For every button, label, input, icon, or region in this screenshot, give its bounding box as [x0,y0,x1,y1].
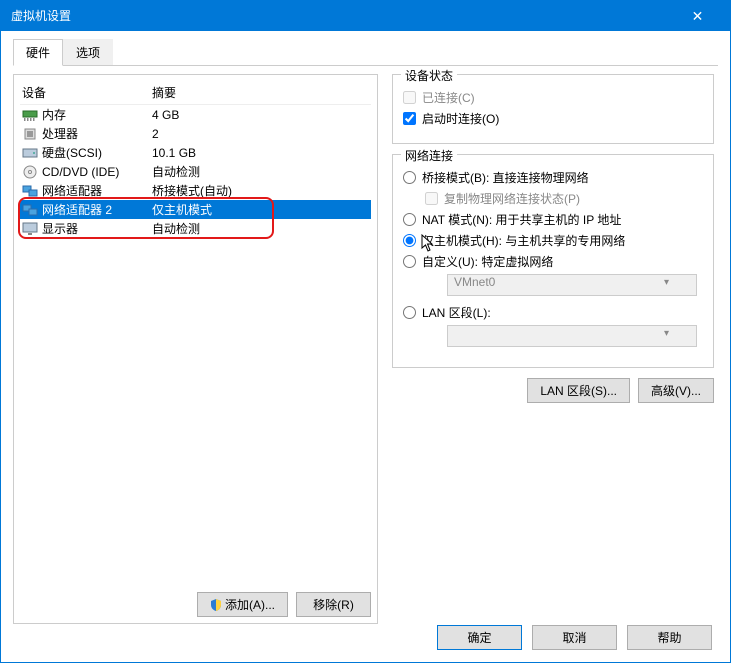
connect-poweron-label: 启动时连接(O) [422,110,499,127]
display-icon [22,222,38,236]
tab-options[interactable]: 选项 [63,39,113,65]
custom-label: 自定义(U): 特定虚拟网络 [422,253,553,270]
device-row[interactable]: 处理器2 [20,124,371,143]
device-row[interactable]: 硬盘(SCSI)10.1 GB [20,143,371,162]
device-name: 硬盘(SCSI) [42,144,152,161]
memory-icon [22,108,38,122]
add-button[interactable]: 添加(A)... [197,592,288,617]
nat-radio[interactable] [403,213,416,226]
tab-bar: 硬件 选项 [13,39,718,66]
replicate-checkbox-row: 复制物理网络连接状态(P) [425,190,703,207]
bridged-radio-row[interactable]: 桥接模式(B): 直接连接物理网络 [403,169,703,186]
net-icon [22,203,38,217]
lan-label: LAN 区段(L): [422,304,491,321]
device-summary: 仅主机模式 [152,201,369,218]
network-connection-legend: 网络连接 [401,147,457,164]
device-summary: 桥接模式(自动) [152,182,369,199]
bridged-label: 桥接模式(B): 直接连接物理网络 [422,169,589,186]
device-panel: 设备 摘要 内存4 GB处理器2硬盘(SCSI)10.1 GBCD/DVD (I… [13,74,378,624]
device-summary: 2 [152,127,369,141]
replicate-label: 复制物理网络连接状态(P) [444,190,580,207]
custom-radio-row[interactable]: 自定义(U): 特定虚拟网络 [403,253,703,270]
network-connection-group: 网络连接 桥接模式(B): 直接连接物理网络 复制物理网络连接状态(P) NAT… [392,154,714,368]
close-button[interactable]: ✕ [675,1,720,31]
ok-button[interactable]: 确定 [437,625,522,650]
tab-hardware[interactable]: 硬件 [13,39,63,66]
device-row[interactable]: 内存4 GB [20,105,371,124]
device-name: 内存 [42,106,152,123]
device-row[interactable]: CD/DVD (IDE)自动检测 [20,162,371,181]
device-list[interactable]: 内存4 GB处理器2硬盘(SCSI)10.1 GBCD/DVD (IDE)自动检… [20,105,371,238]
lan-segment-select [447,325,697,347]
device-row[interactable]: 网络适配器桥接模式(自动) [20,181,371,200]
lan-segments-button[interactable]: LAN 区段(S)... [527,378,630,403]
connect-poweron-checkbox-row[interactable]: 启动时连接(O) [403,110,703,127]
device-name: 处理器 [42,125,152,142]
settings-panel: 设备状态 已连接(C) 启动时连接(O) 网络连接 桥接模式(B): 直接连接物… [388,74,718,624]
connect-poweron-checkbox[interactable] [403,112,416,125]
custom-radio[interactable] [403,255,416,268]
device-state-legend: 设备状态 [401,67,457,84]
nat-radio-row[interactable]: NAT 模式(N): 用于共享主机的 IP 地址 [403,211,703,228]
header-summary: 摘要 [152,84,369,101]
device-list-header: 设备 摘要 [20,81,371,105]
device-name: 网络适配器 [42,182,152,199]
advanced-button[interactable]: 高级(V)... [638,378,714,403]
header-device: 设备 [22,84,152,101]
device-summary: 10.1 GB [152,146,369,160]
cpu-icon [22,127,38,141]
nat-label: NAT 模式(N): 用于共享主机的 IP 地址 [422,211,621,228]
device-row[interactable]: 显示器自动检测 [20,219,371,238]
remove-button[interactable]: 移除(R) [296,592,371,617]
connected-checkbox [403,91,416,104]
hostonly-label: 仅主机模式(H): 与主机共享的专用网络 [422,232,625,249]
device-state-group: 设备状态 已连接(C) 启动时连接(O) [392,74,714,144]
device-name: 网络适配器 2 [42,201,152,218]
connected-checkbox-row[interactable]: 已连接(C) [403,89,703,106]
bridged-radio[interactable] [403,171,416,184]
device-summary: 自动检测 [152,163,369,180]
disk-icon [22,146,38,160]
lan-radio[interactable] [403,306,416,319]
lan-radio-row[interactable]: LAN 区段(L): [403,304,703,321]
net-icon [22,184,38,198]
cancel-button[interactable]: 取消 [532,625,617,650]
replicate-checkbox [425,192,438,205]
device-row[interactable]: 网络适配器 2仅主机模式 [20,200,371,219]
shield-icon [210,599,222,611]
cd-icon [22,165,38,179]
device-name: CD/DVD (IDE) [42,165,152,179]
device-summary: 4 GB [152,108,369,122]
hostonly-radio-row[interactable]: 仅主机模式(H): 与主机共享的专用网络 [403,232,703,249]
device-summary: 自动检测 [152,220,369,237]
connected-label: 已连接(C) [422,89,475,106]
hostonly-radio[interactable] [403,234,416,247]
device-name: 显示器 [42,220,152,237]
window-title: 虚拟机设置 [11,1,71,31]
help-button[interactable]: 帮助 [627,625,712,650]
custom-vmnet-select: VMnet0 [447,274,697,296]
